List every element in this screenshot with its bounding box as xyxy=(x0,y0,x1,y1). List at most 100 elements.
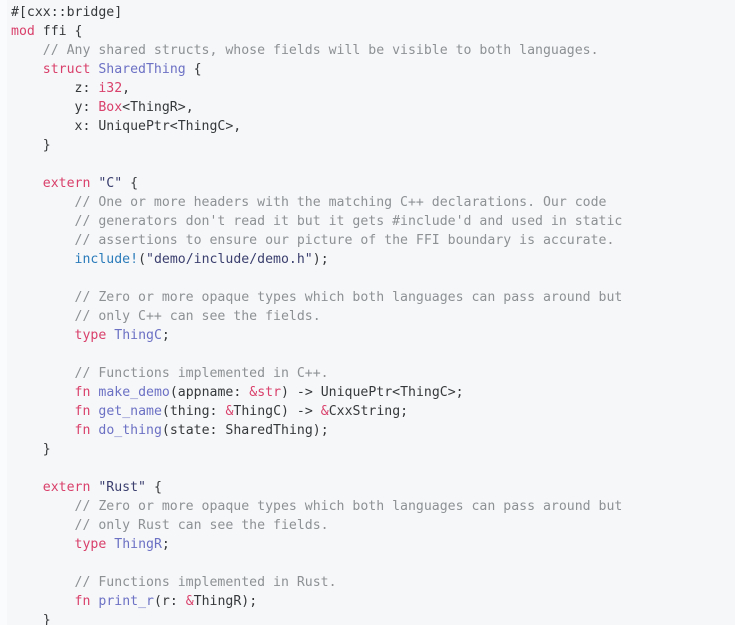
code-token-plain: ffi { xyxy=(34,24,83,39)
code-token-kw: extern xyxy=(42,480,91,495)
code-token-kw: type xyxy=(74,537,107,552)
code-token-kw: fn xyxy=(74,423,91,438)
code-token-prim: & xyxy=(185,594,194,609)
code-line: } xyxy=(0,136,735,155)
code-token-comment: // Zero or more opaque types which both … xyxy=(11,499,623,514)
code-token-plain: CxxString; xyxy=(328,404,409,419)
code-line: // only Rust can see the fields. xyxy=(0,516,735,535)
code-token-type: get_name xyxy=(98,404,162,419)
code-token-str: "Rust" xyxy=(98,480,146,495)
code-token-type: make_demo xyxy=(98,385,170,400)
code-token-plain: ); xyxy=(312,252,329,267)
code-token-type: print_r xyxy=(98,594,154,609)
code-token-plain: z: xyxy=(11,81,99,96)
code-token-comment: // only Rust can see the fields. xyxy=(11,518,329,533)
code-line: include!("demo/include/demo.h"); xyxy=(0,250,735,269)
code-line: struct SharedThing { xyxy=(0,60,735,79)
code-token-plain: (thing: xyxy=(161,404,226,419)
code-token-plain: ; xyxy=(161,537,170,552)
code-line: type ThingR; xyxy=(0,535,735,554)
code-token-plain: } xyxy=(11,138,51,153)
code-token-kw: mod xyxy=(11,24,35,39)
code-token-plain: ThingC) -> xyxy=(233,404,321,419)
code-token-str: "C" xyxy=(98,176,123,191)
code-token-plain: , xyxy=(122,81,131,96)
code-line: } xyxy=(0,440,735,459)
code-token-plain: { xyxy=(185,62,202,77)
code-token-comment: // Any shared structs, whose fields will… xyxy=(11,43,599,58)
code-line: // One or more headers with the matching… xyxy=(0,193,735,212)
code-token-kw: type xyxy=(74,328,107,343)
code-token-type: SharedThing xyxy=(98,62,186,77)
code-lines-container: #[cxx::bridge]mod ffi { // Any shared st… xyxy=(0,0,735,625)
code-token-macro: include! xyxy=(74,252,139,267)
code-line: // Functions implemented in C++. xyxy=(0,364,735,383)
code-token-comment: // Functions implemented in C++. xyxy=(11,366,329,381)
code-token-kw: fn xyxy=(74,404,91,419)
code-line: #[cxx::bridge] xyxy=(0,3,735,22)
code-line: // Functions implemented in Rust. xyxy=(0,573,735,592)
code-line: fn make_demo(appname: &str) -> UniquePtr… xyxy=(0,383,735,402)
code-line: z: i32, xyxy=(0,79,735,98)
code-line: mod ffi { xyxy=(0,22,735,41)
code-token-type: ThingR xyxy=(114,537,162,552)
code-token-plain: ThingR); xyxy=(193,594,258,609)
code-token-plain: y: xyxy=(11,100,99,115)
code-token-type: ThingC xyxy=(114,328,162,343)
code-token-plain: #[cxx::bridge] xyxy=(11,5,123,20)
code-line: extern "Rust" { xyxy=(0,478,735,497)
code-line: fn do_thing(state: SharedThing); xyxy=(0,421,735,440)
code-line: // Zero or more opaque types which both … xyxy=(0,497,735,516)
code-line: type ThingC; xyxy=(0,326,735,345)
code-token-comment: // Zero or more opaque types which both … xyxy=(11,290,623,305)
code-token-kw: struct xyxy=(42,62,91,77)
code-token-prim: &str xyxy=(249,385,282,400)
code-line: // Zero or more opaque types which both … xyxy=(0,288,735,307)
code-token-type: do_thing xyxy=(98,423,162,438)
code-token-prim: & xyxy=(320,404,329,419)
code-token-comment: // generators don't read it but it gets … xyxy=(11,214,623,229)
code-token-comment: // Functions implemented in Rust. xyxy=(11,575,337,590)
code-token-prim: Box xyxy=(98,100,123,115)
code-token-plain: (r: xyxy=(153,594,186,609)
code-line: x: UniquePtr<ThingC>, xyxy=(0,117,735,136)
code-token-comment: // only C++ can see the fields. xyxy=(11,309,321,324)
code-token-plain: { xyxy=(146,480,162,495)
code-token-comment: // One or more headers with the matching… xyxy=(11,195,607,210)
code-line: // generators don't read it but it gets … xyxy=(0,212,735,231)
code-token-plain: ) -> UniquePtr<ThingC>; xyxy=(281,385,464,400)
code-token-plain: (state: SharedThing); xyxy=(161,423,329,438)
code-line: y: Box<ThingR>, xyxy=(0,98,735,117)
code-line: fn get_name(thing: &ThingC) -> &CxxStrin… xyxy=(0,402,735,421)
code-token-plain: x: UniquePtr<ThingC>, xyxy=(11,119,242,134)
code-line: } xyxy=(0,611,735,625)
code-token-plain: } xyxy=(11,442,51,457)
code-token-plain: ( xyxy=(138,252,147,267)
code-line: // only C++ can see the fields. xyxy=(0,307,735,326)
code-token-plain: ; xyxy=(161,328,170,343)
code-token-comment: // assertions to ensure our picture of t… xyxy=(11,233,615,248)
code-line: fn print_r(r: &ThingR); xyxy=(0,592,735,611)
code-token-kw: fn xyxy=(74,385,91,400)
code-token-kw: extern xyxy=(42,176,91,191)
code-block[interactable]: #[cxx::bridge]mod ffi { // Any shared st… xyxy=(0,0,735,625)
code-token-prim: i32 xyxy=(98,81,123,96)
code-line: extern "C" { xyxy=(0,174,735,193)
code-line: // Any shared structs, whose fields will… xyxy=(0,41,735,60)
code-token-kw: fn xyxy=(74,594,91,609)
code-token-plain: { xyxy=(122,176,139,191)
code-line: // assertions to ensure our picture of t… xyxy=(0,231,735,250)
